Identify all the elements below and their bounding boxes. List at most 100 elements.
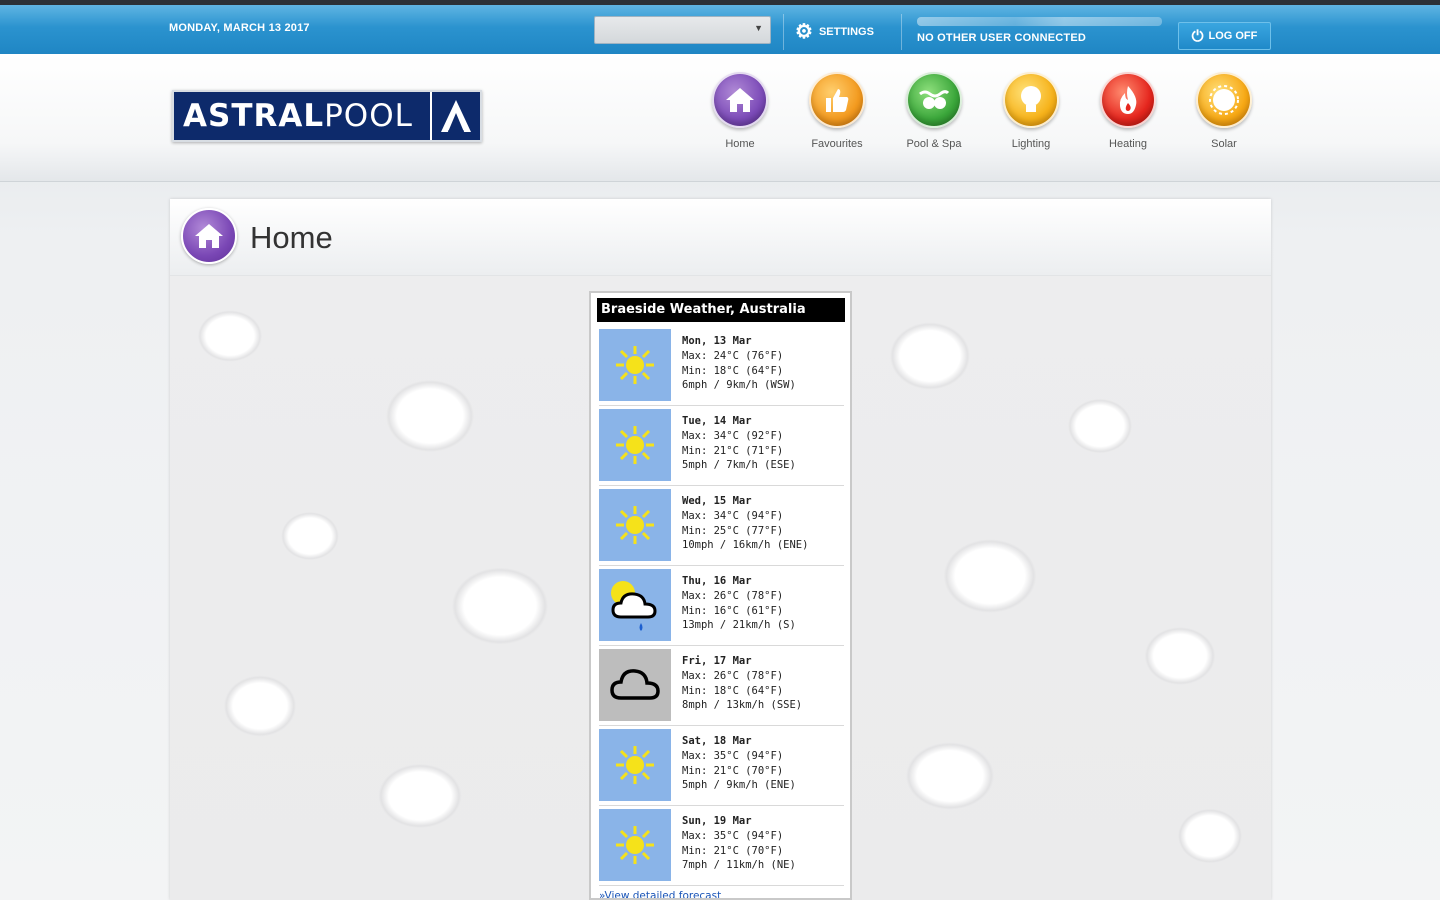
logo-text-thin: POOL	[324, 98, 413, 134]
forecast-max: Max: 34°C (92°F)	[682, 429, 784, 442]
forecast-day: Sat, 18 Mar Max: 35°C (94°F) Min: 21°C (70…	[599, 726, 844, 806]
forecast-text: Sun, 19 Mar Max: 35°C (94°F) Min: 21°C (70…	[682, 814, 796, 885]
forecast-text: Sat, 18 Mar Max: 35°C (94°F) Min: 21°C (70…	[682, 734, 796, 805]
divider	[783, 14, 784, 50]
forecast-day: Thu, 16 Mar Max: 26°C (78°F) Min: 16°C (61…	[599, 566, 844, 646]
house-icon	[195, 224, 223, 248]
forecast-min: Min: 21°C (70°F)	[682, 844, 784, 857]
connection-status: NO OTHER USER CONNECTED	[917, 32, 1086, 44]
forecast-min: Min: 18°C (64°F)	[682, 364, 784, 377]
panel-header: Home	[170, 199, 1271, 276]
logo-mark-icon	[430, 92, 480, 140]
house-icon	[726, 88, 754, 112]
nav-solar-circle	[1196, 72, 1252, 128]
nav-pool-spa-circle	[906, 72, 962, 128]
nav-lighting[interactable]: Lighting	[991, 72, 1071, 150]
forecast-wind: 7mph / 11km/h (NE)	[682, 859, 796, 872]
nav-lighting-label: Lighting	[1011, 138, 1051, 150]
forecast-day: Mon, 13 Mar Max: 24°C (76°F) Min: 18°C (64…	[599, 326, 844, 406]
forecast-wind: 6mph / 9km/h (WSW)	[682, 379, 796, 392]
flame-icon	[1119, 86, 1137, 114]
power-icon: ⏻	[1191, 27, 1204, 45]
top-bar: MONDAY, MARCH 13 2017 ▼ ⚙ SETTINGS NO OT…	[0, 0, 1440, 54]
divider	[901, 14, 902, 50]
nav-heating[interactable]: Heating	[1088, 72, 1168, 150]
nav-lighting-circle	[1003, 72, 1059, 128]
forecast-min: Min: 18°C (64°F)	[682, 684, 784, 697]
forecast-day-name: Fri, 17 Mar	[682, 655, 752, 667]
forecast-wind: 13mph / 21km/h (S)	[682, 619, 796, 632]
sun-cloud-rain-icon	[599, 569, 671, 641]
forecast-text: Fri, 17 Mar Max: 26°C (78°F) Min: 18°C (64…	[682, 654, 802, 725]
home-page-icon	[181, 208, 237, 264]
forecast-wind: 5mph / 7km/h (ESE)	[682, 459, 796, 472]
lightbulb-icon	[1021, 86, 1041, 112]
forecast-day-name: Sat, 18 Mar	[682, 735, 752, 747]
nav-favourites-label: Favourites	[811, 138, 863, 150]
nav-home-circle	[712, 72, 768, 128]
sunny-weather-icon	[599, 809, 671, 881]
weather-widget: Braeside Weather, Australia Mon, 13 Mar M…	[589, 291, 852, 900]
settings-label: SETTINGS	[818, 26, 874, 38]
forecast-min: Min: 21°C (71°F)	[682, 444, 784, 457]
cloud-icon	[599, 649, 671, 721]
forecast-day: Fri, 17 Mar Max: 26°C (78°F) Min: 18°C (64…	[599, 646, 844, 726]
connection-info: NO OTHER USER CONNECTED	[917, 17, 1167, 44]
forecast-list: Mon, 13 Mar Max: 24°C (76°F) Min: 18°C (64…	[591, 326, 850, 886]
forecast-max: Max: 34°C (94°F)	[682, 509, 784, 522]
dropdown-arrow-icon: ▼	[754, 23, 763, 33]
detailed-forecast-link[interactable]: »View detailed forecast	[599, 890, 850, 898]
forecast-max: Max: 24°C (76°F)	[682, 349, 784, 362]
forecast-min: Min: 21°C (70°F)	[682, 764, 784, 777]
forecast-text: Thu, 16 Mar Max: 26°C (78°F) Min: 16°C (61…	[682, 574, 796, 645]
settings-button[interactable]: ⚙ SETTINGS	[795, 21, 874, 43]
sunny-weather-icon	[599, 329, 671, 401]
forecast-max: Max: 35°C (94°F)	[682, 829, 784, 842]
current-date: MONDAY, MARCH 13 2017	[169, 22, 310, 34]
forecast-max: Max: 35°C (94°F)	[682, 749, 784, 762]
forecast-day-name: Tue, 14 Mar	[682, 415, 752, 427]
nav-heating-label: Heating	[1109, 138, 1147, 150]
sunny-weather-icon	[599, 729, 671, 801]
page-title: Home	[250, 220, 333, 255]
nav-solar-label: Solar	[1211, 138, 1237, 150]
system-selector[interactable]: ▼	[594, 16, 771, 44]
forecast-day-name: Sun, 19 Mar	[682, 815, 752, 827]
gear-icon: ⚙	[795, 21, 813, 43]
forecast-day: Sun, 19 Mar Max: 35°C (94°F) Min: 21°C (70…	[599, 806, 844, 886]
log-off-button[interactable]: ⏻ LOG OFF	[1178, 22, 1271, 50]
logo-text: ASTRALPOOL	[183, 98, 413, 134]
forecast-min: Min: 16°C (61°F)	[682, 604, 784, 617]
forecast-min: Min: 25°C (77°F)	[682, 524, 784, 537]
nav-heating-circle	[1100, 72, 1156, 128]
forecast-text: Wed, 15 Mar Max: 34°C (94°F) Min: 25°C (77…	[682, 494, 808, 565]
forecast-day-name: Thu, 16 Mar	[682, 575, 752, 587]
forecast-day-name: Mon, 13 Mar	[682, 335, 752, 347]
sunny-weather-icon	[599, 489, 671, 561]
nav-pool-spa-label: Pool & Spa	[906, 138, 962, 150]
logo-text-bold: ASTRAL	[183, 98, 325, 134]
sun-icon	[1209, 85, 1239, 115]
forecast-wind: 5mph / 9km/h (ENE)	[682, 779, 796, 792]
forecast-wind: 8mph / 13km/h (SSE)	[682, 699, 803, 712]
sunny-weather-icon	[599, 409, 671, 481]
astralpool-logo[interactable]: ASTRALPOOL	[172, 90, 482, 142]
nav-home-label: Home	[725, 138, 755, 150]
redacted-system-name	[917, 17, 1162, 26]
forecast-text: Tue, 14 Mar Max: 34°C (92°F) Min: 21°C (71…	[682, 414, 796, 485]
nav-solar[interactable]: Solar	[1184, 72, 1264, 150]
pool-icon	[919, 90, 950, 109]
forecast-day-name: Wed, 15 Mar	[682, 495, 752, 507]
forecast-day: Tue, 14 Mar Max: 34°C (92°F) Min: 21°C (71…	[599, 406, 844, 486]
weather-title: Braeside Weather, Australia	[597, 298, 845, 322]
forecast-text: Mon, 13 Mar Max: 24°C (76°F) Min: 18°C (64…	[682, 334, 796, 405]
forecast-wind: 10mph / 16km/h (ENE)	[682, 539, 809, 552]
forecast-day: Wed, 15 Mar Max: 34°C (94°F) Min: 25°C (77…	[599, 486, 844, 566]
nav-home[interactable]: Home	[700, 72, 780, 150]
forecast-max: Max: 26°C (78°F)	[682, 589, 784, 602]
nav-favourites[interactable]: Favourites	[797, 72, 877, 150]
nav-pool-spa[interactable]: Pool & Spa	[894, 72, 974, 150]
nav-favourites-circle	[809, 72, 865, 128]
thumbs-up-icon	[826, 89, 849, 112]
log-off-label: LOG OFF	[1208, 30, 1258, 42]
